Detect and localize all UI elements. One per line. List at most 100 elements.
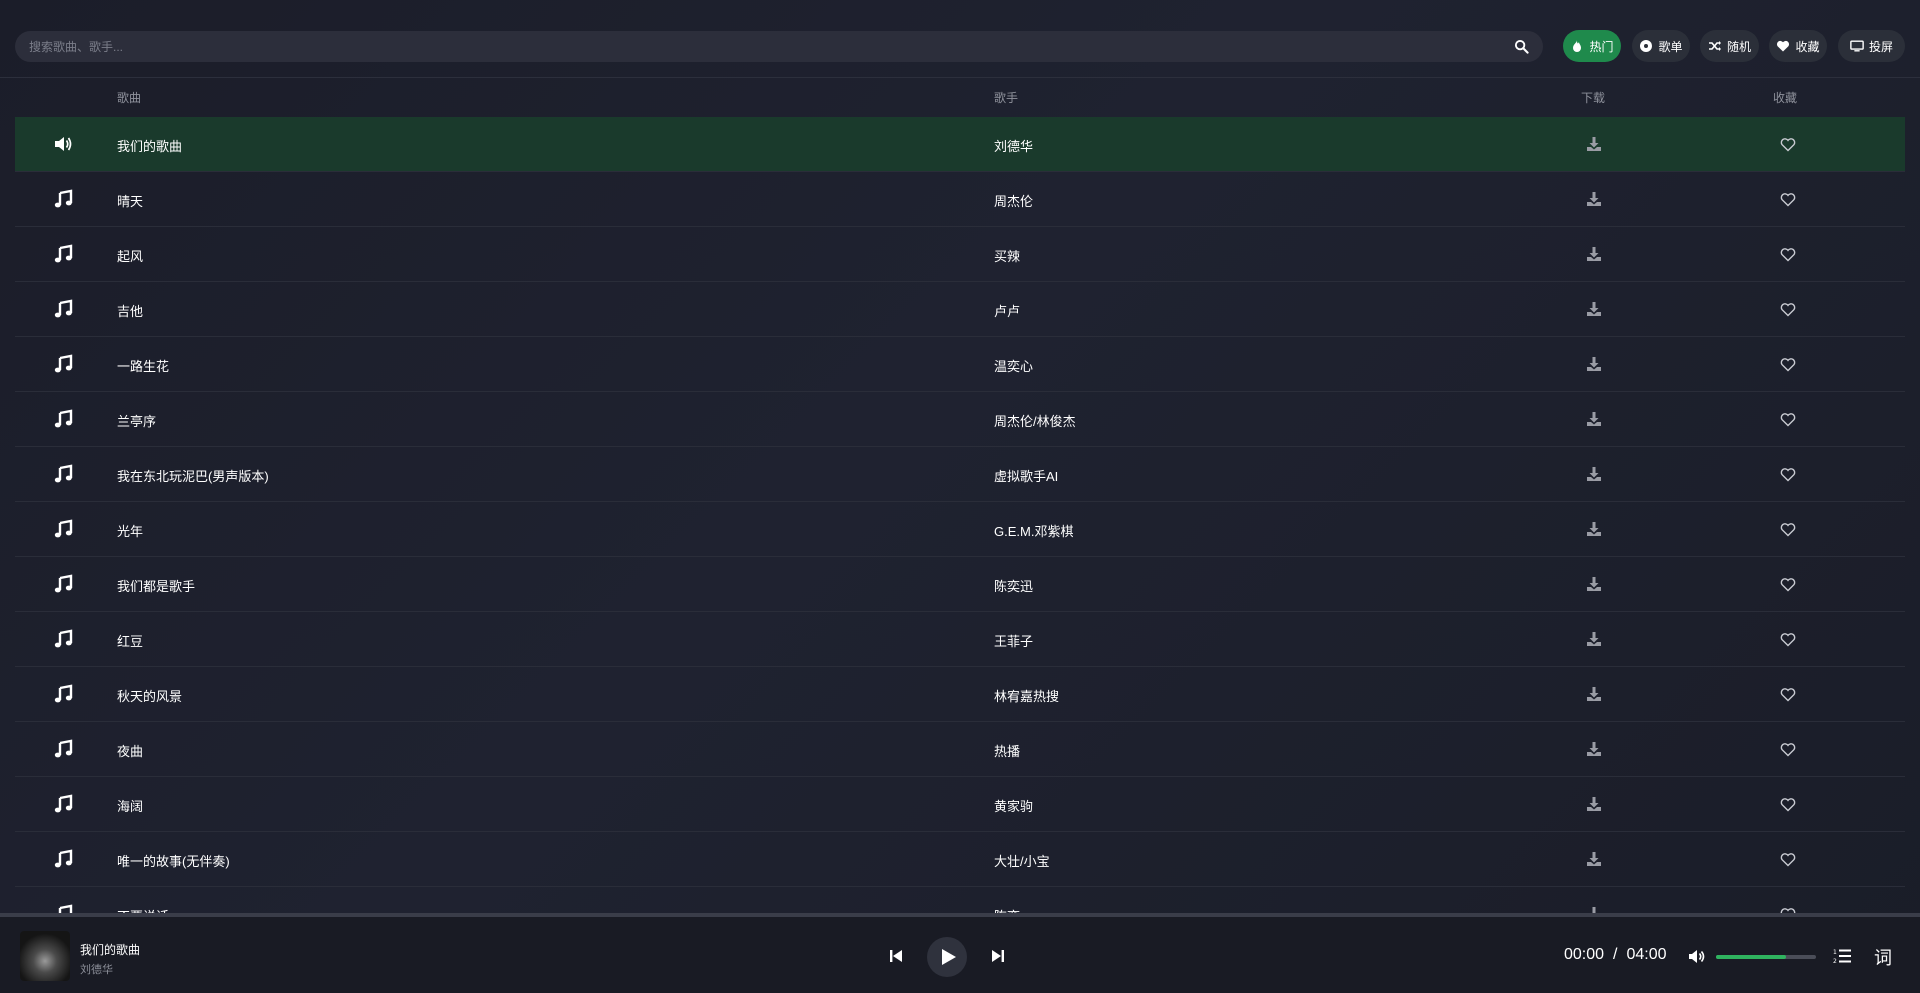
nav-playlist-button[interactable]: 歌单 xyxy=(1632,30,1690,62)
song-artist: 大壮/小宝 xyxy=(994,854,1050,869)
header-artist: 歌手 xyxy=(994,91,1019,105)
favorite-icon[interactable] xyxy=(1780,137,1796,152)
download-icon[interactable] xyxy=(1586,796,1602,812)
favorite-icon[interactable] xyxy=(1780,467,1796,482)
nav-cast-button[interactable]: 投屏 xyxy=(1838,30,1905,62)
download-icon[interactable] xyxy=(1586,576,1602,592)
nav-hot-label: 热门 xyxy=(1589,39,1614,54)
song-row[interactable]: 海阔 黄家驹 xyxy=(15,777,1905,832)
favorite-icon[interactable] xyxy=(1780,797,1796,812)
favorite-icon[interactable] xyxy=(1780,852,1796,867)
nav-hot-button[interactable]: 热门 xyxy=(1563,30,1621,62)
download-icon[interactable] xyxy=(1586,411,1602,427)
nav-playlist-label: 歌单 xyxy=(1658,39,1683,54)
download-icon[interactable] xyxy=(1586,631,1602,647)
favorite-icon[interactable] xyxy=(1780,687,1796,702)
download-icon[interactable] xyxy=(1586,301,1602,317)
song-title: 一路生花 xyxy=(117,359,170,374)
download-icon[interactable] xyxy=(1586,356,1602,372)
search-icon[interactable] xyxy=(1514,39,1529,54)
download-icon[interactable] xyxy=(1586,466,1602,482)
favorite-icon[interactable] xyxy=(1780,632,1796,647)
download-icon[interactable] xyxy=(1586,686,1602,702)
favorite-icon[interactable] xyxy=(1780,357,1796,372)
nav-shuffle-button[interactable]: 随机 xyxy=(1700,30,1759,62)
lyrics-button[interactable]: 词 xyxy=(1874,944,1892,970)
music-note-icon[interactable] xyxy=(53,409,73,429)
song-title: 不要说话 xyxy=(117,906,169,913)
download-icon[interactable] xyxy=(1586,851,1602,867)
song-artist: 王菲子 xyxy=(994,634,1034,649)
music-note-icon[interactable] xyxy=(53,794,73,814)
song-row[interactable]: 夜曲 热播 xyxy=(15,722,1905,777)
nav-favorites-button[interactable]: 收藏 xyxy=(1769,30,1827,62)
music-note-icon[interactable] xyxy=(53,299,73,319)
song-artist: 陈奕 xyxy=(994,906,1020,913)
time-separator: / xyxy=(1613,946,1618,963)
song-row[interactable]: 一路生花 温奕心 xyxy=(15,337,1905,392)
download-icon[interactable] xyxy=(1586,136,1602,152)
music-note-icon[interactable] xyxy=(53,189,73,209)
download-icon[interactable] xyxy=(1586,906,1602,913)
music-note-icon[interactable] xyxy=(53,464,73,484)
song-row[interactable]: 秋天的风景 林宥嘉热搜 xyxy=(15,667,1905,722)
header-favorite: 收藏 xyxy=(1773,91,1798,105)
music-note-icon[interactable] xyxy=(53,354,73,374)
play-button[interactable] xyxy=(927,937,967,977)
music-note-icon[interactable] xyxy=(53,739,73,759)
download-icon[interactable] xyxy=(1586,246,1602,262)
current-time: 00:00 xyxy=(1564,946,1605,963)
header-download: 下载 xyxy=(1581,91,1606,105)
music-note-icon[interactable] xyxy=(53,684,73,704)
song-row[interactable]: 红豆 王菲子 xyxy=(15,612,1905,667)
song-row[interactable]: 我在东北玩泥巴(男声版本) 虚拟歌手AI xyxy=(15,447,1905,502)
nav-favorites-label: 收藏 xyxy=(1795,39,1820,54)
favorite-icon[interactable] xyxy=(1780,412,1796,427)
song-row[interactable]: 晴天 周杰伦 xyxy=(15,172,1905,227)
album-cover[interactable] xyxy=(20,931,70,981)
song-row[interactable]: 我们的歌曲 刘德华 xyxy=(15,117,1905,172)
download-icon[interactable] xyxy=(1586,741,1602,757)
favorite-icon[interactable] xyxy=(1780,577,1796,592)
music-note-icon[interactable] xyxy=(53,629,73,649)
song-row[interactable]: 吉他 卢卢 xyxy=(15,282,1905,337)
download-icon[interactable] xyxy=(1586,191,1602,207)
music-note-icon[interactable] xyxy=(53,904,73,913)
favorite-icon[interactable] xyxy=(1780,302,1796,317)
volume-slider[interactable] xyxy=(1716,955,1816,959)
song-title: 秋天的风景 xyxy=(117,689,183,704)
music-note-icon[interactable] xyxy=(53,519,73,539)
favorite-icon[interactable] xyxy=(1780,192,1796,207)
song-title: 我们的歌曲 xyxy=(117,139,183,154)
song-artist: 热播 xyxy=(994,744,1021,759)
search-input[interactable] xyxy=(29,31,1499,62)
song-title: 唯一的故事(无伴奏) xyxy=(117,854,230,869)
song-title: 红豆 xyxy=(117,634,144,649)
favorite-icon[interactable] xyxy=(1780,247,1796,262)
fire-icon xyxy=(1573,40,1582,52)
search-bar[interactable] xyxy=(15,31,1543,62)
song-row[interactable]: 不要说话 陈奕 xyxy=(15,887,1905,913)
music-note-icon[interactable] xyxy=(53,244,73,264)
favorite-icon[interactable] xyxy=(1780,742,1796,757)
volume-icon[interactable] xyxy=(1688,949,1706,964)
music-note-icon[interactable] xyxy=(53,574,73,594)
previous-icon[interactable] xyxy=(889,949,903,963)
song-row[interactable]: 我们都是歌手 陈奕迅 xyxy=(15,557,1905,612)
song-row[interactable]: 起风 买辣 xyxy=(15,227,1905,282)
player-bar: 我们的歌曲 刘德华 00:00 / 04:00 1 2 词 xyxy=(0,913,1920,993)
song-artist: G.E.M.邓紫棋 xyxy=(994,524,1074,539)
now-playing-artist: 刘德华 xyxy=(80,964,113,976)
playlist-icon[interactable]: 1 2 xyxy=(1833,948,1851,964)
tv-icon xyxy=(1850,40,1864,52)
download-icon[interactable] xyxy=(1586,521,1602,537)
music-note-icon[interactable] xyxy=(53,849,73,869)
next-icon[interactable] xyxy=(991,949,1005,963)
nav-cast-label: 投屏 xyxy=(1868,39,1893,54)
song-row[interactable]: 唯一的故事(无伴奏) 大壮/小宝 xyxy=(15,832,1905,887)
song-row[interactable]: 兰亭序 周杰伦/林俊杰 xyxy=(15,392,1905,447)
volume-level xyxy=(1716,955,1786,959)
song-row[interactable]: 光年 G.E.M.邓紫棋 xyxy=(15,502,1905,557)
song-artist: 刘德华 xyxy=(994,139,1034,154)
favorite-icon[interactable] xyxy=(1780,522,1796,537)
